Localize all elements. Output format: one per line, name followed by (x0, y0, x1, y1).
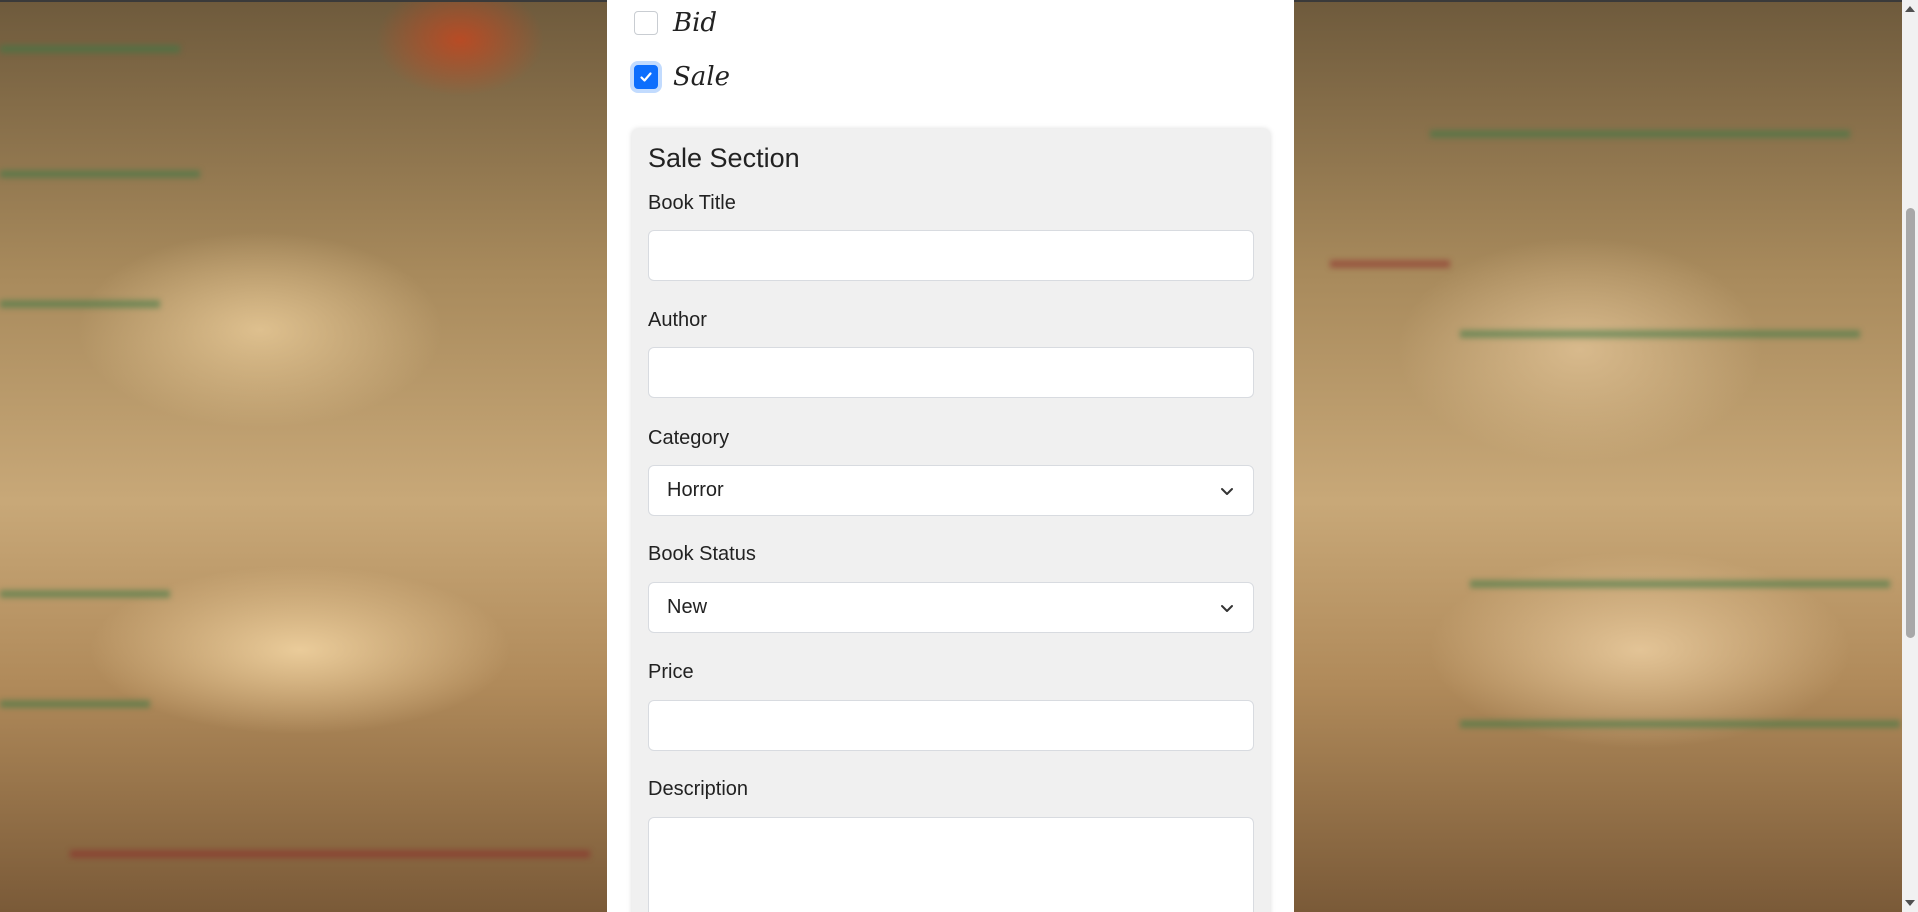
bid-option[interactable]: Bid (634, 8, 717, 38)
bid-checkbox[interactable] (634, 11, 658, 35)
sale-checkbox[interactable] (634, 65, 658, 89)
check-icon (640, 72, 652, 82)
sale-label: Sale (673, 62, 731, 92)
book-title-input[interactable] (648, 230, 1254, 281)
author-input[interactable] (648, 347, 1254, 398)
form-panel: Bid Sale Sale Section Book Title Author … (607, 0, 1294, 912)
book-status-label: Book Status (648, 543, 756, 565)
sale-option[interactable]: Sale (634, 62, 730, 92)
author-label: Author (648, 309, 707, 331)
sale-section-title: Sale Section (648, 143, 800, 173)
price-label: Price (648, 661, 694, 683)
price-input[interactable] (648, 700, 1254, 751)
book-status-select[interactable]: New (648, 582, 1254, 633)
description-label: Description (648, 778, 749, 800)
bid-label: Bid (673, 8, 718, 38)
book-status-selected-value: New (667, 596, 708, 618)
category-label: Category (648, 427, 730, 449)
book-title-label: Book Title (648, 192, 736, 214)
sale-section: Sale Section Book Title Author Category … (632, 129, 1270, 912)
scroll-up-arrow-icon[interactable] (1902, 2, 1918, 16)
scroll-down-arrow-icon[interactable] (1902, 896, 1918, 910)
chevron-down-icon (1219, 483, 1235, 499)
description-textarea[interactable] (648, 817, 1254, 912)
scrollbar-thumb[interactable] (1906, 208, 1915, 638)
category-select[interactable]: Horror (648, 465, 1254, 516)
chevron-down-icon (1219, 600, 1235, 616)
page-scrollbar[interactable] (1902, 0, 1918, 912)
category-selected-value: Horror (667, 479, 724, 501)
